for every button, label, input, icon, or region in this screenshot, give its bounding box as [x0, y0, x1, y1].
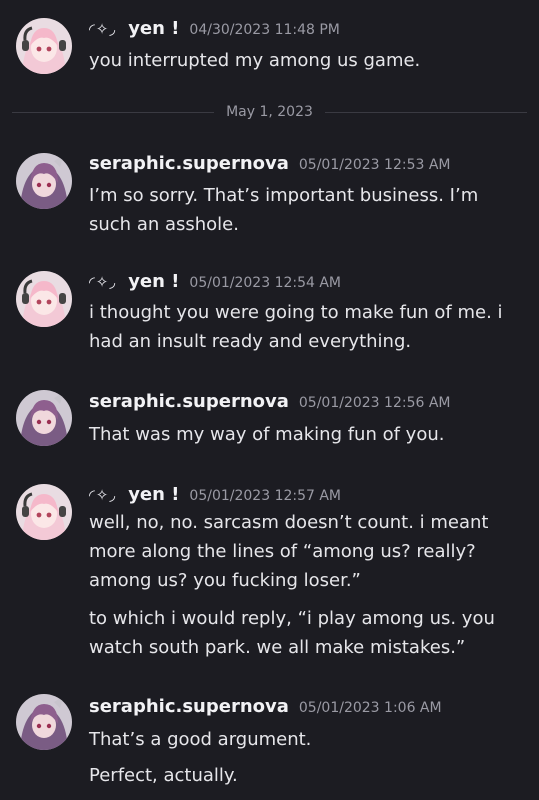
avatar-seraphic[interactable]: [16, 390, 72, 446]
message-text: to which i would reply, “i play among us…: [89, 608, 495, 658]
avatar-yen[interactable]: [16, 484, 72, 540]
message-text: well, no, no. sarcasm doesn’t count. i m…: [89, 512, 489, 591]
username[interactable]: seraphic.supernova: [89, 153, 289, 174]
timestamp: 05/01/2023 12:57 AM: [189, 488, 342, 504]
chat-message-list: ◜✧◞ yen ! 04/30/2023 11:48 PM you interrup…: [0, 0, 539, 800]
timestamp: 05/01/2023 12:56 AM: [298, 395, 451, 411]
message-text: you interrupted my among us game.: [89, 50, 421, 71]
message-text: That’s a good argument.: [89, 729, 312, 750]
username-decoration: ◜✧◞: [89, 273, 117, 291]
username[interactable]: seraphic.supernova: [89, 391, 289, 412]
username[interactable]: yen !: [128, 484, 179, 505]
date-divider-label: May 1, 2023: [214, 104, 325, 120]
message-text: I’m so sorry. That’s important business.…: [89, 185, 479, 235]
timestamp: 05/01/2023 12:54 AM: [189, 275, 342, 291]
username[interactable]: seraphic.supernova: [89, 696, 289, 717]
timestamp: 05/01/2023 1:06 AM: [298, 700, 442, 716]
avatar-seraphic[interactable]: [16, 153, 72, 209]
message-text: Perfect, actually.: [89, 765, 238, 786]
message-text: i thought you were going to make fun of …: [89, 302, 503, 352]
avatar-yen[interactable]: [16, 18, 72, 74]
avatar-seraphic[interactable]: [16, 694, 72, 750]
date-divider: May 1, 2023: [0, 102, 539, 122]
username[interactable]: yen !: [128, 271, 179, 292]
username[interactable]: yen !: [128, 18, 179, 39]
username-decoration: ◜✧◞: [89, 20, 117, 38]
message-text: That was my way of making fun of you.: [89, 424, 445, 445]
username-decoration: ◜✧◞: [89, 486, 117, 504]
avatar-yen[interactable]: [16, 271, 72, 327]
timestamp: 05/01/2023 12:53 AM: [298, 157, 451, 173]
timestamp: 04/30/2023 11:48 PM: [189, 22, 340, 38]
